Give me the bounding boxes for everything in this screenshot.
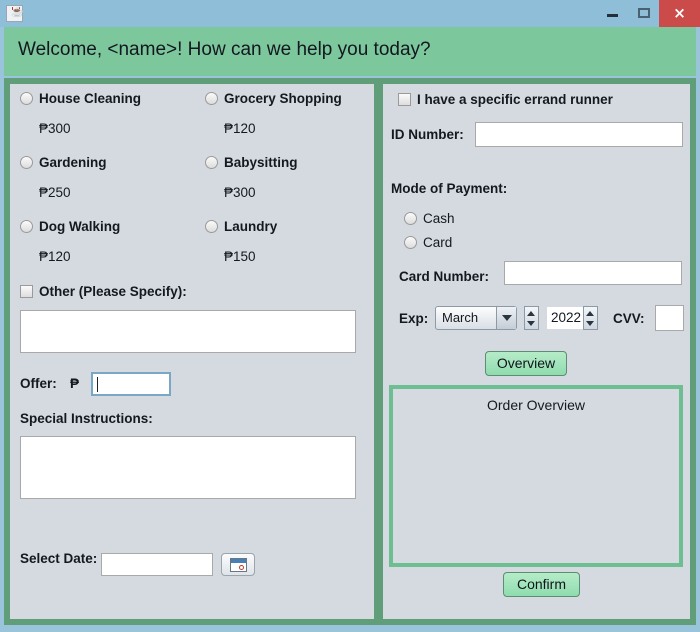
service-price-dog-walking: ₱120 xyxy=(39,249,71,264)
exp-month-spinner[interactable] xyxy=(524,306,539,330)
calendar-icon-marker xyxy=(239,565,244,570)
service-price-laundry: ₱150 xyxy=(224,249,256,264)
cvv-input[interactable] xyxy=(655,305,684,331)
cvv-label: CVV: xyxy=(613,311,645,326)
minimize-icon xyxy=(607,14,618,17)
application-window: ☕ × Welcome, <name>! How can we help you… xyxy=(0,0,700,632)
service-radio-grocery-shopping[interactable] xyxy=(205,92,218,105)
exp-month-select[interactable]: March xyxy=(435,306,517,330)
order-overview-title: Order Overview xyxy=(486,397,586,413)
specific-runner-checkbox[interactable] xyxy=(398,93,411,106)
caret-up-icon xyxy=(586,311,594,316)
select-date-label: Select Date: xyxy=(20,551,98,566)
java-icon: ☕ xyxy=(6,5,23,22)
date-picker-button[interactable] xyxy=(221,553,255,576)
service-label-grocery-shopping: Grocery Shopping xyxy=(224,91,342,106)
payment-radio-card[interactable] xyxy=(404,236,417,249)
maximize-button[interactable] xyxy=(628,0,659,27)
caret-up-icon xyxy=(527,311,535,316)
calendar-icon-header xyxy=(231,559,246,563)
caret-down-icon xyxy=(586,321,594,326)
close-icon: × xyxy=(673,4,686,22)
service-radio-babysitting[interactable] xyxy=(205,156,218,169)
chevron-down-icon[interactable] xyxy=(496,307,516,329)
welcome-banner: Welcome, <name>! How can we help you tod… xyxy=(4,27,696,76)
exp-year-value: 2022 xyxy=(551,310,582,325)
service-label-dog-walking: Dog Walking xyxy=(39,219,121,234)
service-price-grocery-shopping: ₱120 xyxy=(224,121,256,136)
service-label-laundry: Laundry xyxy=(224,219,278,234)
exp-year-spinner-down[interactable] xyxy=(584,318,597,329)
calendar-icon xyxy=(230,558,247,572)
exp-label: Exp: xyxy=(399,311,429,326)
other-checkbox[interactable] xyxy=(20,285,33,298)
service-radio-house-cleaning[interactable] xyxy=(20,92,33,105)
service-price-gardening: ₱250 xyxy=(39,185,71,200)
service-price-house-cleaning: ₱300 xyxy=(39,121,71,136)
exp-month-value: March xyxy=(442,310,479,325)
other-label: Other (Please Specify): xyxy=(39,284,187,299)
offer-label: Offer: xyxy=(20,376,57,391)
maximize-icon xyxy=(638,8,650,18)
id-number-input[interactable] xyxy=(475,122,683,147)
confirm-button[interactable]: Confirm xyxy=(503,572,580,597)
service-price-babysitting: ₱300 xyxy=(224,185,256,200)
service-label-house-cleaning: House Cleaning xyxy=(39,91,142,106)
overview-button[interactable]: Overview xyxy=(485,351,567,376)
minimize-button[interactable] xyxy=(597,0,628,27)
offer-input-caret xyxy=(97,377,98,392)
payment-label-card: Card xyxy=(423,235,453,250)
title-bar: ☕ × xyxy=(0,0,700,27)
id-number-label: ID Number: xyxy=(391,127,464,142)
offer-currency-symbol: ₱ xyxy=(70,376,80,391)
special-instructions-label: Special Instructions: xyxy=(20,411,153,426)
order-overview-panel: Order Overview xyxy=(389,385,683,567)
service-label-gardening: Gardening xyxy=(39,155,107,170)
other-specify-textarea[interactable] xyxy=(20,310,356,353)
service-radio-gardening[interactable] xyxy=(20,156,33,169)
special-instructions-textarea[interactable] xyxy=(20,436,356,499)
card-number-label: Card Number: xyxy=(399,269,490,284)
caret-down-icon xyxy=(527,321,535,326)
service-label-babysitting: Babysitting xyxy=(224,155,298,170)
java-icon-cup: ☕ xyxy=(11,7,24,18)
exp-year-spinner[interactable] xyxy=(583,306,598,330)
specific-runner-label: I have a specific errand runner xyxy=(417,92,613,107)
service-radio-dog-walking[interactable] xyxy=(20,220,33,233)
welcome-message: Welcome, <name>! How can we help you tod… xyxy=(18,39,431,60)
card-number-input[interactable] xyxy=(504,261,682,285)
service-radio-laundry[interactable] xyxy=(205,220,218,233)
offer-input[interactable] xyxy=(91,372,171,396)
payment-label-cash: Cash xyxy=(423,211,455,226)
payment-heading: Mode of Payment: xyxy=(391,181,508,196)
close-button[interactable]: × xyxy=(659,0,700,27)
panel-divider xyxy=(374,84,383,619)
exp-month-spinner-down[interactable] xyxy=(525,318,538,329)
payment-radio-cash[interactable] xyxy=(404,212,417,225)
chevron-down-glyph xyxy=(502,315,512,321)
select-date-input[interactable] xyxy=(101,553,213,576)
